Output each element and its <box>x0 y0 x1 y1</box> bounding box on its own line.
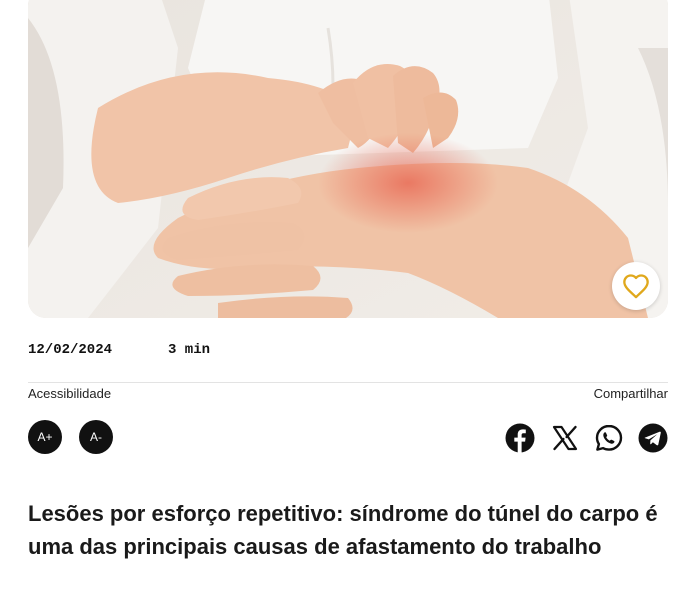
heart-icon <box>623 274 649 299</box>
share-facebook-button[interactable] <box>505 423 535 453</box>
font-decrease-button[interactable]: A- <box>79 420 113 454</box>
whatsapp-icon <box>595 424 623 451</box>
divider <box>28 382 668 383</box>
share-label: Compartilhar <box>593 386 668 401</box>
hero-image <box>28 0 668 318</box>
publish-date: 12/02/2024 <box>28 342 113 358</box>
facebook-icon <box>505 423 535 453</box>
accessibility-label: Acessibilidade <box>28 386 112 401</box>
x-icon <box>552 425 578 451</box>
font-increase-button[interactable]: A+ <box>28 420 62 454</box>
share-x-button[interactable] <box>550 423 580 453</box>
hands-photo <box>28 0 668 318</box>
article-title: Lesões por esforço repetitivo: síndrome … <box>28 501 658 559</box>
favorite-button[interactable] <box>612 262 660 310</box>
article-page: 12/02/2024 3 min Acessibilidade Comparti… <box>0 0 699 592</box>
share-whatsapp-button[interactable] <box>594 423 624 453</box>
telegram-icon <box>638 423 668 453</box>
share-telegram-button[interactable] <box>638 423 668 453</box>
read-time: 3 min <box>168 342 211 358</box>
